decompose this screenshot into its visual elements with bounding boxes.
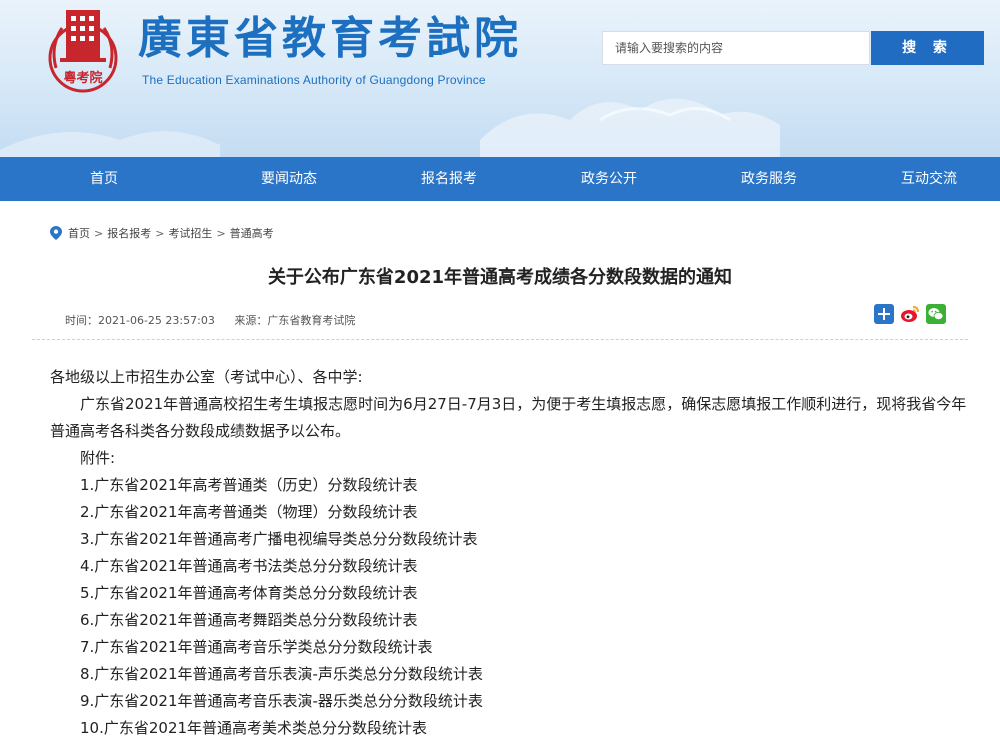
divider — [32, 339, 968, 340]
attachment-link[interactable]: 2.广东省2021年高考普通类（物理）分数段统计表 — [50, 499, 968, 526]
nav-item-news[interactable]: 要闻动态 — [209, 157, 369, 201]
article-source: 来源：广东省教育考试院 — [234, 314, 356, 327]
nav-item-registration[interactable]: 报名报考 — [369, 157, 529, 201]
article-paragraph: 广东省2021年普通高校招生考生填报志愿时间为6月27日-7月3日，为便于考生填… — [50, 395, 967, 440]
nav-item-interaction[interactable]: 互动交流 — [849, 157, 1000, 201]
article-greeting: 各地级以上市招生办公室（考试中心）、各中学: — [50, 368, 363, 386]
nav-item-government-services[interactable]: 政务服务 — [689, 157, 849, 201]
attachment-link[interactable]: 9.广东省2021年普通高考音乐表演-器乐类总分分数段统计表 — [50, 688, 968, 715]
location-pin-icon — [50, 226, 62, 240]
attachment-link[interactable]: 3.广东省2021年普通高考广播电视编导类总分分数段统计表 — [50, 526, 968, 553]
wechat-icon[interactable] — [926, 304, 946, 324]
attachment-link[interactable]: 5.广东省2021年普通高考体育类总分分数段统计表 — [50, 580, 968, 607]
article-container: 首页 > 报名报考 > 考试招生 > 普通高考 关于公布广东省2021年普通高考… — [32, 201, 968, 738]
breadcrumb-separator: > — [216, 226, 226, 240]
attachment-link[interactable]: 6.广东省2021年普通高考舞蹈类总分分数段统计表 — [50, 607, 968, 634]
breadcrumb-gaokao[interactable]: 普通高考 — [230, 225, 274, 241]
plus-share-icon[interactable] — [874, 304, 894, 324]
breadcrumb-separator: > — [155, 226, 165, 240]
search-input[interactable]: 请输入要搜索的内容 — [602, 31, 870, 65]
attachments-label: 附件: — [80, 449, 116, 467]
nav-item-home[interactable]: 首页 — [24, 157, 209, 201]
attachment-link[interactable]: 8.广东省2021年普通高考音乐表演-声乐类总分分数段统计表 — [50, 661, 968, 688]
attachment-link[interactable]: 1.广东省2021年高考普通类（历史）分数段统计表 — [50, 472, 968, 499]
seal-text: 粵考院 — [63, 70, 102, 86]
weibo-icon[interactable] — [900, 304, 920, 324]
breadcrumb-separator: > — [94, 226, 104, 240]
share-bar — [874, 304, 946, 324]
nav-item-public-affairs[interactable]: 政务公开 — [529, 157, 689, 201]
breadcrumb: 首页 > 报名报考 > 考试招生 > 普通高考 — [50, 225, 274, 241]
article-body: 各地级以上市招生办公室（考试中心）、各中学: 广东省2021年普通高校招生考生填… — [50, 364, 968, 742]
site-subtitle: The Education Examinations Authority of … — [142, 73, 486, 87]
breadcrumb-registration[interactable]: 报名报考 — [107, 225, 151, 241]
search-button[interactable]: 搜 索 — [871, 31, 984, 65]
publish-time: 时间：2021-06-25 23:57:03 — [65, 314, 215, 327]
breadcrumb-home[interactable]: 首页 — [68, 225, 90, 241]
breadcrumb-exam-admission[interactable]: 考试招生 — [168, 225, 212, 241]
site-header: 粵考院 廣東省教育考試院 The Education Examinations … — [0, 0, 1000, 157]
main-nav: 首页 要闻动态 报名报考 政务公开 政务服务 互动交流 — [0, 157, 1000, 201]
seal-logo-icon[interactable]: 粵考院 — [42, 8, 124, 96]
article-meta: 时间：2021-06-25 23:57:03 来源：广东省教育考试院 — [65, 312, 371, 328]
article-title: 关于公布广东省2021年普通高考成绩各分数段数据的通知 — [267, 267, 733, 288]
site-title: 廣東省教育考試院 — [138, 13, 522, 64]
attachment-link[interactable]: 4.广东省2021年普通高考书法类总分分数段统计表 — [50, 553, 968, 580]
attachment-link[interactable]: 7.广东省2021年普通高考音乐学类总分分数段统计表 — [50, 634, 968, 661]
